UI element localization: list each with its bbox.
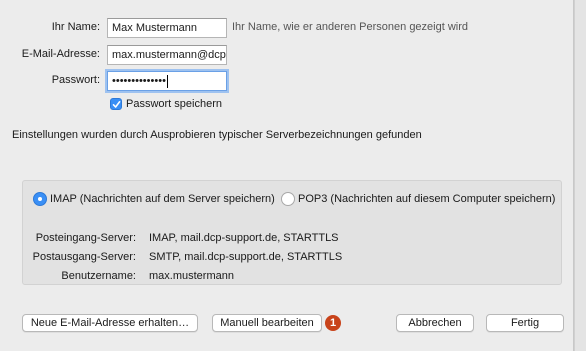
text-cursor: [166, 74, 168, 88]
password-dots: ••••••••••••••: [112, 75, 166, 87]
incoming-server-label: Posteingang-Server:: [35, 232, 136, 244]
status-message: Einstellungen wurden durch Ausprobieren …: [12, 129, 422, 141]
cancel-button[interactable]: Abbrechen: [396, 314, 474, 332]
password-field[interactable]: ••••••••••••••: [107, 71, 227, 91]
pop3-label: POP3 (Nachrichten auf diesem Computer sp…: [298, 193, 556, 205]
done-button[interactable]: Fertig: [486, 314, 564, 332]
new-email-address-button[interactable]: Neue E-Mail-Adresse erhalten…: [22, 314, 198, 332]
email-field[interactable]: max.mustermann@dcp: [107, 45, 227, 65]
name-label: Ihr Name:: [51, 21, 100, 33]
scrollbar[interactable]: [574, 0, 586, 351]
imap-radio[interactable]: [33, 192, 47, 206]
outgoing-server-label: Postausgang-Server:: [32, 251, 136, 263]
save-password-label: Passwort speichern: [126, 98, 222, 110]
account-setup-dialog: Ihr Name: Max Mustermann Ihr Name, wie e…: [0, 0, 574, 351]
name-field[interactable]: Max Mustermann: [107, 18, 227, 38]
outgoing-server-value: SMTP, mail.dcp-support.de, STARTTLS: [149, 251, 343, 263]
save-password-checkbox[interactable]: [110, 98, 122, 110]
imap-label: IMAP (Nachrichten auf dem Server speiche…: [50, 193, 275, 205]
server-settings-panel: IMAP (Nachrichten auf dem Server speiche…: [22, 180, 562, 285]
username-label: Benutzername:: [61, 270, 136, 282]
annotation-badge: 1: [325, 315, 341, 331]
password-label: Passwort:: [51, 74, 100, 86]
incoming-server-value: IMAP, mail.dcp-support.de, STARTTLS: [149, 232, 339, 244]
name-hint: Ihr Name, wie er anderen Personen gezeig…: [232, 21, 469, 33]
username-value: max.mustermann: [149, 270, 234, 282]
checkmark-icon: [112, 100, 120, 108]
pop3-radio[interactable]: [281, 192, 295, 206]
email-label: E-Mail-Adresse:: [21, 48, 100, 60]
manual-edit-button[interactable]: Manuell bearbeiten: [212, 314, 322, 332]
